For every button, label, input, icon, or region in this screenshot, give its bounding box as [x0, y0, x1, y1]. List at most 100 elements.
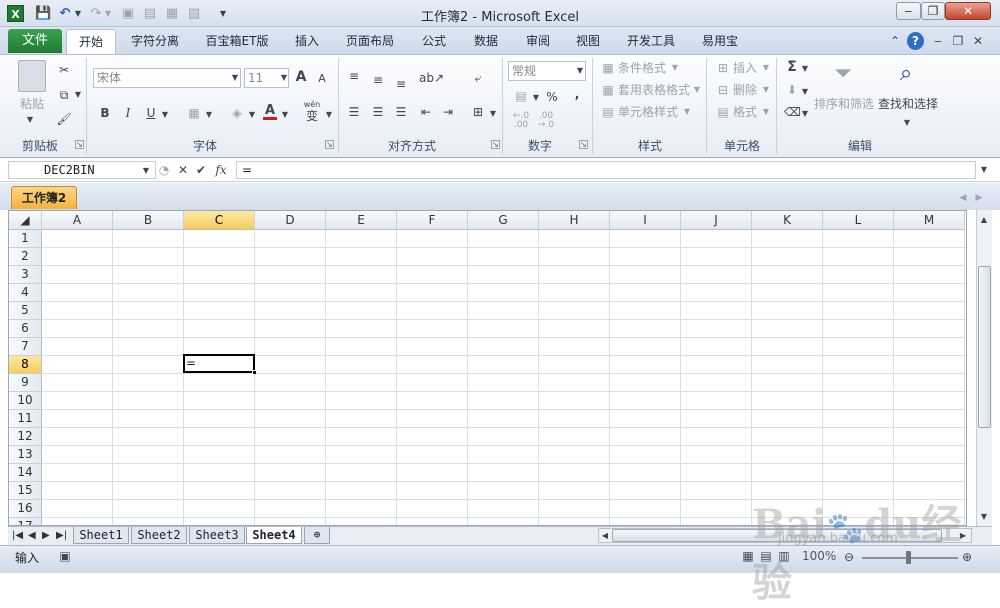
first-sheet-icon[interactable]: |◀: [12, 528, 23, 543]
select-all-corner[interactable]: ◢: [9, 211, 42, 230]
maximize-button[interactable]: ❐: [921, 2, 945, 20]
sheet-tab-sheet3[interactable]: Sheet3: [189, 527, 245, 544]
align-left-icon[interactable]: ☰: [346, 104, 362, 120]
font-color-icon[interactable]: A: [263, 104, 277, 120]
column-header-i[interactable]: I: [610, 211, 681, 230]
workbook-tab[interactable]: 工作簿2: [11, 186, 77, 209]
insert-function-icon[interactable]: fx: [212, 162, 230, 178]
tab-home[interactable]: 开始: [66, 29, 116, 55]
format-cells-icon[interactable]: ▤: [715, 104, 731, 120]
format-as-table-button[interactable]: 套用表格格式: [618, 82, 692, 98]
row-header-7[interactable]: 7: [9, 338, 42, 356]
scroll-up-icon[interactable]: ▲: [977, 212, 991, 228]
cell-styles-button[interactable]: 单元格样式: [618, 104, 682, 120]
next-sheet-icon[interactable]: ▶: [42, 528, 50, 543]
active-cell-c8[interactable]: =: [183, 354, 255, 373]
fill-dropdown-icon[interactable]: ▼: [801, 84, 809, 100]
tab-baibaoxiang[interactable]: 百宝箱ET版: [198, 29, 276, 54]
column-header-g[interactable]: G: [468, 211, 539, 230]
minimize-button[interactable]: ‒: [896, 2, 921, 20]
bold-button[interactable]: B: [98, 105, 112, 121]
column-header-m[interactable]: M: [894, 211, 965, 230]
paste-dropdown-icon[interactable]: ▼: [20, 112, 40, 128]
column-header-l[interactable]: L: [823, 211, 894, 230]
font-launcher-icon[interactable]: ↘: [325, 140, 334, 149]
row-header-5[interactable]: 5: [9, 302, 42, 320]
close-button[interactable]: ✕: [945, 2, 991, 20]
copy-dropdown-icon[interactable]: ▼: [74, 87, 82, 103]
format-painter-icon[interactable]: 🖌: [55, 111, 73, 127]
delete-cells-dropdown-icon[interactable]: ▼: [762, 82, 770, 98]
align-center-icon[interactable]: ☰: [370, 104, 386, 120]
row-header-2[interactable]: 2: [9, 248, 42, 266]
clear-icon[interactable]: ⌫: [784, 104, 801, 120]
align-middle-icon[interactable]: ≡: [370, 72, 386, 88]
cell-styles-dropdown-icon[interactable]: ▼: [683, 104, 691, 120]
tab-formulas[interactable]: 公式: [414, 29, 454, 54]
find-select-button[interactable]: 查找和选择: [877, 96, 939, 112]
percent-button[interactable]: %: [544, 89, 560, 105]
doc-restore-icon[interactable]: ❐: [950, 32, 966, 50]
currency-dropdown-icon[interactable]: ▼: [532, 90, 540, 106]
phonetic-icon[interactable]: 变: [302, 108, 322, 124]
number-launcher-icon[interactable]: ↘: [579, 140, 588, 149]
collapse-ribbon-icon[interactable]: ⌃: [888, 32, 902, 50]
scroll-left-icon[interactable]: ◀: [599, 528, 611, 544]
enter-icon[interactable]: ✔: [194, 162, 208, 178]
doc-minimize-icon[interactable]: ‒: [930, 32, 946, 50]
name-box[interactable]: DEC2BIN: [8, 161, 156, 179]
align-bottom-icon[interactable]: ≡: [393, 76, 409, 92]
paste-icon[interactable]: [18, 60, 46, 92]
cancel-icon[interactable]: ✕: [176, 162, 190, 178]
border-icon[interactable]: ▦: [186, 105, 202, 121]
row-header-14[interactable]: 14: [9, 464, 42, 482]
last-sheet-icon[interactable]: ▶|: [56, 528, 67, 543]
tab-insert[interactable]: 插入: [287, 29, 327, 54]
clear-dropdown-icon[interactable]: ▼: [801, 106, 809, 122]
column-header-k[interactable]: K: [752, 211, 823, 230]
expand-formula-bar-icon[interactable]: ▼: [978, 162, 990, 178]
macro-record-icon[interactable]: ▣: [57, 548, 73, 564]
column-header-a[interactable]: A: [42, 211, 113, 230]
tab-page-layout[interactable]: 页面布局: [339, 29, 401, 54]
insert-cells-button[interactable]: 插入: [733, 60, 761, 76]
sheet-tab-sheet4[interactable]: Sheet4: [246, 527, 302, 544]
format-cells-dropdown-icon[interactable]: ▼: [762, 104, 770, 120]
tab-view[interactable]: 视图: [568, 29, 608, 54]
currency-icon[interactable]: ▤: [511, 88, 531, 104]
vertical-scroll-thumb[interactable]: [978, 266, 991, 428]
font-size-dropdown-icon[interactable]: ▼: [279, 70, 289, 86]
insert-cells-dropdown-icon[interactable]: ▼: [762, 60, 770, 76]
paste-button[interactable]: 粘贴: [14, 96, 50, 112]
merge-dropdown-icon[interactable]: ▼: [489, 106, 497, 122]
sheet-tab-sheet1[interactable]: Sheet1: [73, 527, 129, 544]
delete-cells-icon[interactable]: ⊟: [715, 82, 731, 98]
align-top-icon[interactable]: ≡: [346, 68, 362, 84]
orientation-icon[interactable]: ab↗: [419, 70, 444, 86]
row-header-3[interactable]: 3: [9, 266, 42, 284]
fill-color-dropdown-icon[interactable]: ▼: [248, 107, 256, 123]
conditional-format-dropdown-icon[interactable]: ▼: [671, 60, 679, 76]
insert-sheet-icon[interactable]: ⊕: [304, 527, 330, 544]
phonetic-dropdown-icon[interactable]: ▼: [325, 107, 333, 123]
fill-color-icon[interactable]: ◈: [229, 105, 245, 121]
row-header-9[interactable]: 9: [9, 374, 42, 392]
column-header-b[interactable]: B: [113, 211, 184, 230]
comma-button[interactable]: ,: [570, 86, 584, 102]
row-header-16[interactable]: 16: [9, 500, 42, 518]
worksheet-grid[interactable]: ◢ A B C D E F G H I J K L M 1 2 3 4 5 6 …: [8, 210, 967, 526]
tab-developer[interactable]: 开发工具: [619, 29, 683, 54]
formula-input[interactable]: =: [236, 161, 976, 179]
italic-button[interactable]: I: [121, 105, 135, 121]
font-name-select[interactable]: 宋体: [93, 68, 241, 88]
merge-center-icon[interactable]: ⊞: [469, 104, 487, 120]
sheet-tab-sheet2[interactable]: Sheet2: [131, 527, 187, 544]
row-header-12[interactable]: 12: [9, 428, 42, 446]
clipboard-launcher-icon[interactable]: ↘: [75, 140, 84, 149]
find-select-dropdown-icon[interactable]: ▼: [903, 115, 911, 131]
delete-cells-button[interactable]: 删除: [733, 82, 761, 98]
fill-handle[interactable]: [252, 370, 257, 375]
help-icon[interactable]: ?: [907, 32, 924, 50]
column-header-d[interactable]: D: [255, 211, 326, 230]
column-header-j[interactable]: J: [681, 211, 752, 230]
